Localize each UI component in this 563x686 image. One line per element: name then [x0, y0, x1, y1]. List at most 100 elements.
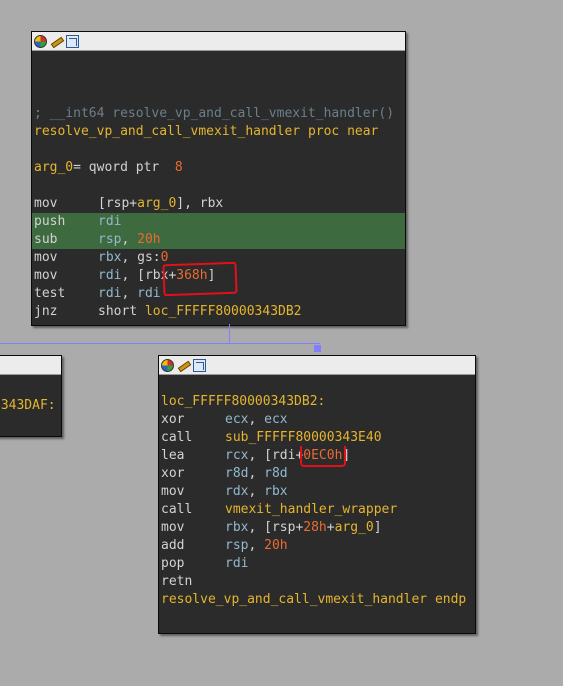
- code-line[interactable]: push rdi: [32, 213, 405, 231]
- register: rdx: [225, 484, 249, 499]
- function-name[interactable]: resolve_vp_and_call_vmexit_handler: [161, 592, 427, 607]
- rename-icon[interactable]: [50, 34, 63, 48]
- immediate-value: 0: [160, 250, 169, 265]
- immediate-value: 20h: [264, 538, 288, 553]
- mnemonic: jnz: [34, 304, 58, 319]
- location-label[interactable]: loc_FFFFF80000343DB2: [161, 394, 318, 409]
- mnemonic: xor: [161, 412, 185, 427]
- code-line[interactable]: call vmexit_handler_wrapper: [161, 501, 475, 519]
- graph-icon[interactable]: [193, 358, 206, 372]
- blank-line[interactable]: [34, 87, 405, 105]
- operand-text: [rsp+: [98, 196, 138, 211]
- register: rsp: [98, 232, 122, 247]
- proc-keyword: proc near: [307, 124, 379, 139]
- operand-text: ,: [248, 484, 265, 499]
- node-toolbar: [32, 32, 405, 51]
- annotation-highlight-368h: [162, 261, 238, 297]
- register: r8d: [225, 466, 249, 481]
- graph-edge: [0, 343, 320, 344]
- mnemonic: push: [34, 214, 66, 229]
- register: rsp: [225, 538, 249, 553]
- operand-text: ], rbx: [176, 196, 224, 211]
- node-toolbar: [159, 356, 475, 375]
- register: ecx: [264, 412, 288, 427]
- mnemonic: retn: [161, 574, 193, 589]
- code-line[interactable]: call sub_FFFFF80000343E40: [161, 429, 475, 447]
- register: rcx: [225, 448, 249, 463]
- mnemonic: pop: [161, 556, 185, 571]
- annotation-highlight-0ec0h: [300, 446, 346, 467]
- mnemonic: lea: [161, 448, 185, 463]
- register: rbx: [98, 250, 122, 265]
- code-line[interactable]: ; __int64 resolve_vp_and_call_vmexit_han…: [34, 105, 405, 123]
- mnemonic: mov: [34, 268, 58, 283]
- blank-line[interactable]: [34, 177, 405, 195]
- color-icon[interactable]: [161, 358, 174, 372]
- branch-target[interactable]: vmexit_handler_wrapper: [225, 502, 397, 517]
- register: r8d: [264, 466, 288, 481]
- code-line[interactable]: resolve_vp_and_call_vmexit_handler endp: [161, 591, 475, 609]
- code-line[interactable]: mov rdx, rbx: [161, 483, 475, 501]
- proc-keyword: endp: [434, 592, 467, 607]
- graph-edge: [229, 324, 230, 343]
- graph-node-branch[interactable]: loc_FFFFF80000343DB2: xor ecx, ecx call sub_…: [158, 355, 476, 634]
- operand-text: ,: [121, 286, 138, 301]
- rename-icon[interactable]: [177, 358, 190, 372]
- label-suffix: :: [317, 394, 326, 409]
- immediate-value: 28h: [303, 520, 327, 535]
- mnemonic: mov: [161, 484, 185, 499]
- code-line[interactable]: xor ecx, ecx: [161, 411, 475, 429]
- operand-text: ,: [248, 538, 265, 553]
- comment: ; __int64 resolve_vp_and_call_vmexit_han…: [34, 106, 395, 121]
- disassembly-listing: loc_FFFFF80000343DB2: xor ecx, ecx call sub_…: [159, 375, 475, 609]
- code-line[interactable]: retn: [161, 573, 475, 591]
- register: rdi: [137, 286, 161, 301]
- register: rbx: [225, 520, 249, 535]
- code-line[interactable]: add rsp, 20h: [161, 537, 475, 555]
- stack-variable[interactable]: arg_0: [335, 520, 374, 535]
- mnemonic: sub: [34, 232, 58, 247]
- code-line[interactable]: pop rdi: [161, 555, 475, 573]
- blank-line[interactable]: [34, 51, 405, 69]
- mnemonic: call: [161, 430, 193, 445]
- color-icon[interactable]: [34, 34, 47, 48]
- immediate-value: 20h: [137, 232, 161, 247]
- mnemonic: mov: [34, 250, 58, 265]
- code-line[interactable]: sub rsp, 20h: [32, 231, 405, 249]
- branch-target[interactable]: loc_FFFFF80000343DB2: [145, 304, 302, 319]
- register: rdi: [225, 556, 249, 571]
- register: rdi: [98, 268, 122, 283]
- register: rdi: [98, 286, 122, 301]
- blank-line[interactable]: [161, 375, 475, 393]
- stack-variable[interactable]: arg_0: [34, 160, 73, 175]
- graph-node-partial[interactable]: 0343DAF:: [0, 355, 62, 437]
- register: ecx: [225, 412, 249, 427]
- blank-line[interactable]: [34, 141, 405, 159]
- register: rdi: [98, 214, 122, 229]
- operand-text: , gs:: [121, 250, 161, 265]
- variable-definition: = qword ptr: [73, 160, 175, 175]
- operand-text: ,: [121, 232, 138, 247]
- function-name[interactable]: resolve_vp_and_call_vmexit_handler: [34, 124, 300, 139]
- operand-text: ,: [248, 466, 265, 481]
- operand-text: +: [326, 520, 335, 535]
- register: rbx: [264, 484, 288, 499]
- blank-line[interactable]: [34, 69, 405, 87]
- code-line[interactable]: loc_FFFFF80000343DB2:: [161, 393, 475, 411]
- stack-variable[interactable]: arg_0: [137, 196, 176, 211]
- offset-value: 8: [174, 160, 183, 175]
- code-line[interactable]: xor r8d, r8d: [161, 465, 475, 483]
- code-line[interactable]: jnz short loc_FFFFF80000343DB2: [34, 303, 405, 321]
- code-line[interactable]: arg_0= qword ptr 8: [34, 159, 405, 177]
- mnemonic: add: [161, 538, 185, 553]
- mnemonic: xor: [161, 466, 185, 481]
- operand-text: , [rdi+: [248, 448, 304, 463]
- graph-icon[interactable]: [66, 34, 79, 48]
- disassembly-listing: 0343DAF:: [0, 375, 61, 415]
- code-line[interactable]: mov rbx, [rsp+28h+arg_0]: [161, 519, 475, 537]
- branch-target[interactable]: sub_FFFFF80000343E40: [225, 430, 382, 445]
- code-line[interactable]: mov [rsp+arg_0], rbx: [34, 195, 405, 213]
- mnemonic: mov: [161, 520, 185, 535]
- operand-text: ,: [248, 412, 265, 427]
- code-line[interactable]: resolve_vp_and_call_vmexit_handler proc …: [34, 123, 405, 141]
